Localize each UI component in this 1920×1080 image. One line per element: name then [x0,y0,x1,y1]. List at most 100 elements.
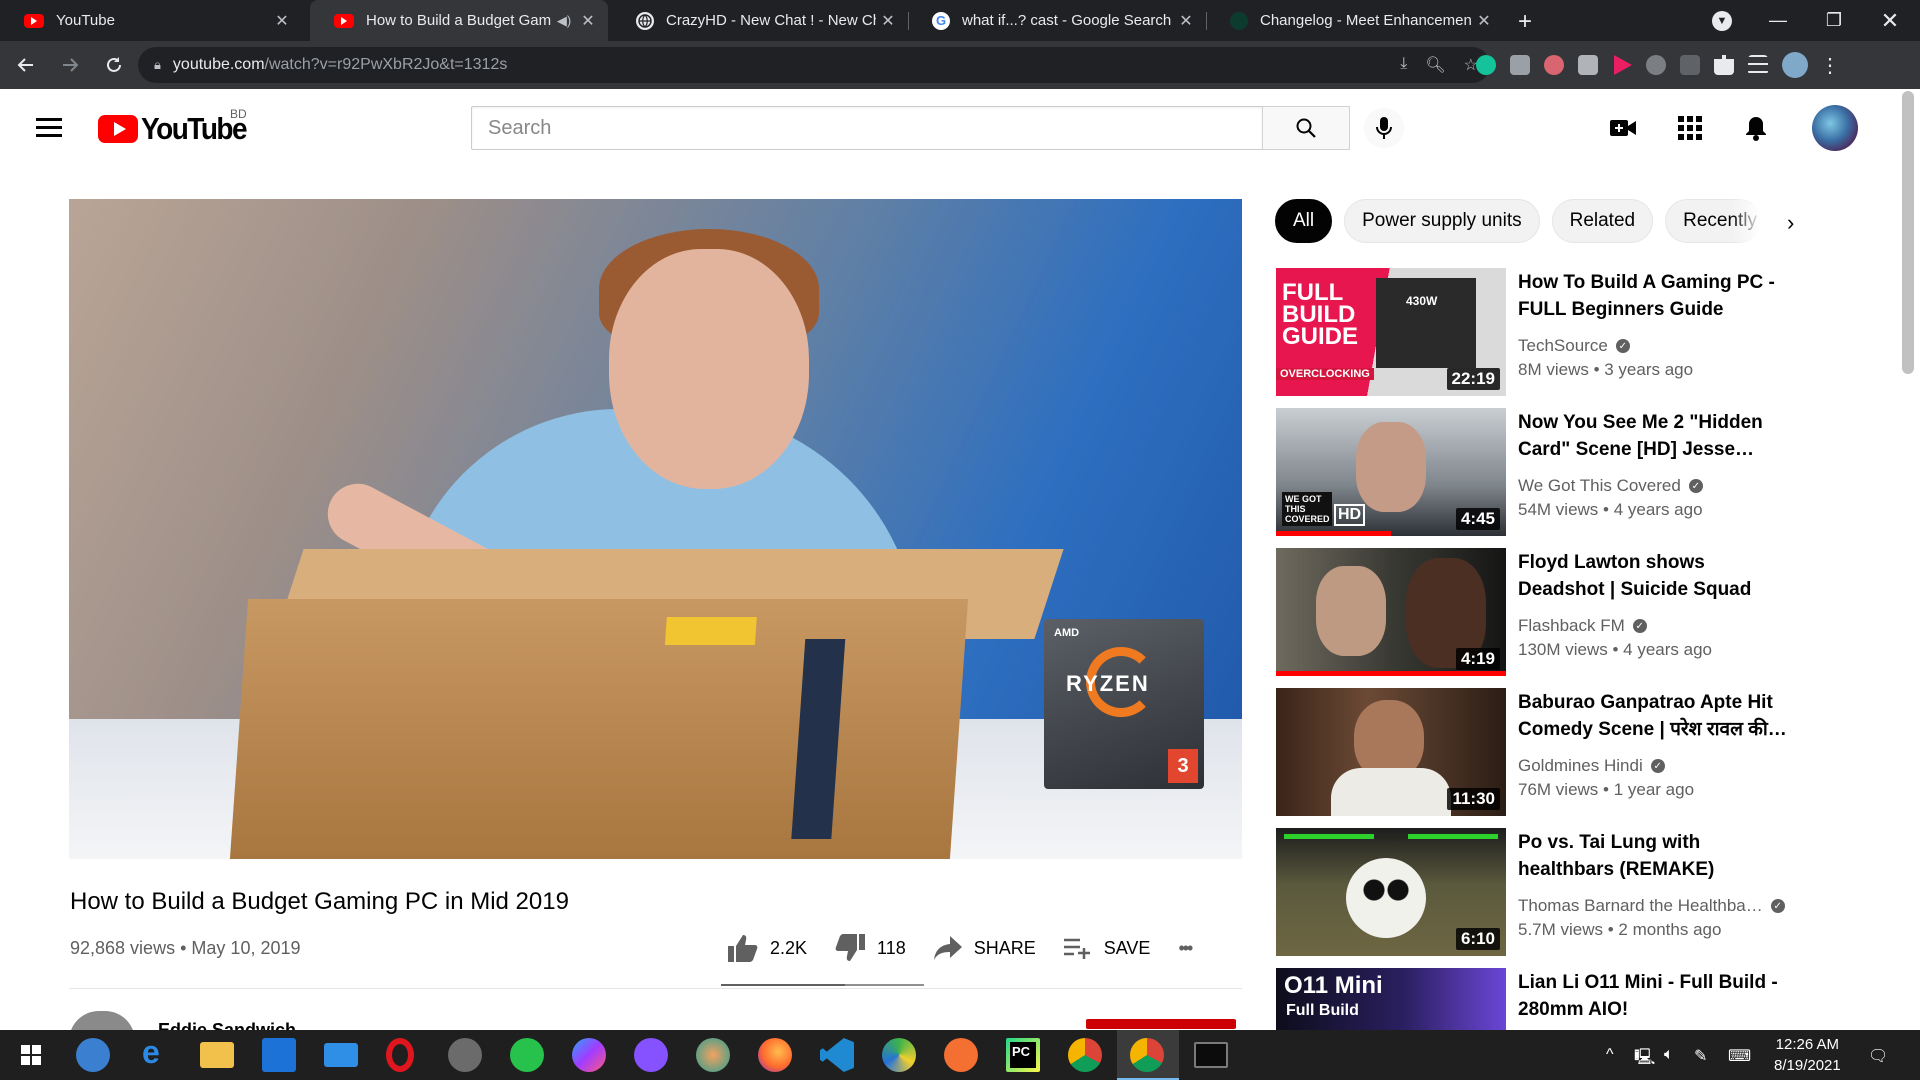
menu-kebab-icon[interactable]: ⋮ [1820,53,1840,78]
store-icon[interactable] [262,1038,296,1072]
firefox-icon[interactable] [758,1038,792,1072]
voice-search-button[interactable] [1364,108,1404,148]
video-player[interactable]: AMD RYZEN 3 [69,199,1242,859]
camera-icon[interactable] [1510,55,1530,75]
related-title[interactable]: How To Build A Gaming PC - FULL Beginner… [1518,269,1788,323]
new-tab-button[interactable]: + [1518,8,1532,36]
related-channel[interactable]: Thomas Barnard the Healthba… ✓ [1518,896,1785,916]
video-thumbnail[interactable]: WE GOT THIS COVERED HD 4:45 [1276,408,1506,536]
video-thumbnail[interactable]: 6:10 [1276,828,1506,956]
related-title[interactable]: Baburao Ganpatrao Apte Hit Comedy Scene … [1518,689,1788,743]
dislike-button[interactable]: 118 [835,934,906,962]
reading-list-icon[interactable] [1748,55,1768,75]
related-channel[interactable]: We Got This Covered ✓ [1518,476,1703,496]
channel-name[interactable]: Eddie Sandwich [158,1020,296,1030]
video-thumbnail[interactable]: 11:30 [1276,688,1506,816]
system-clock[interactable]: 12:26 AM 8/19/2021 [1774,1034,1841,1076]
close-tab-icon[interactable]: ✕ [876,11,900,31]
chips-next-icon[interactable]: › [1787,210,1794,236]
related-video[interactable]: 4:19 Floyd Lawton shows Deadshot | Suici… [1276,548,1786,676]
opera-icon[interactable] [386,1038,414,1072]
notification-center-icon[interactable]: 🗨︎ [1868,1046,1888,1066]
back-button[interactable] [8,47,44,83]
volume-icon[interactable]: 🔈︎ [1664,1046,1674,1064]
tab-crazyhd[interactable]: CrazyHD - New Chat ! - New Chat ✕ [612,0,908,41]
download-icon[interactable] [1646,55,1666,75]
related-title[interactable]: Po vs. Tai Lung with healthbars (REMAKE) [1518,829,1788,883]
close-tab-icon[interactable]: ✕ [1174,11,1198,31]
profile-avatar-icon[interactable] [1782,52,1808,78]
related-channel[interactable]: Flashback FM ✓ [1518,616,1647,636]
file-explorer-icon[interactable] [200,1042,234,1068]
edge-icon[interactable]: e [138,1034,172,1072]
share-button[interactable]: SHARE [933,936,1036,960]
play-icon[interactable] [1614,55,1632,75]
chrome-icon[interactable] [1068,1038,1102,1072]
chrome-icon[interactable] [1130,1038,1164,1072]
install-icon[interactable]: ⤓ [1400,55,1407,75]
app-icon[interactable] [944,1038,978,1072]
vscode-icon[interactable] [820,1038,854,1072]
related-channel[interactable]: Goldmines Hindi ✓ [1518,756,1665,776]
video-thumbnail[interactable]: FULL BUILD GUIDE 430W OVERCLOCKING 22:19 [1276,268,1506,396]
hamburger-menu-icon[interactable] [36,118,62,142]
start-icon[interactable] [14,1038,48,1072]
related-video[interactable]: WE GOT THIS COVERED HD 4:45 Now You See … [1276,408,1786,536]
inkscape-icon[interactable] [448,1038,482,1072]
qbittorrent-icon[interactable] [76,1038,110,1072]
whatsapp-icon[interactable] [510,1038,544,1072]
like-button[interactable]: 2.2K [728,934,807,962]
related-video[interactable]: O11 Mini Full Build Lian Li O11 Mini - F… [1276,968,1786,1030]
account-avatar[interactable] [1812,105,1858,151]
save-button[interactable]: SAVE [1063,937,1150,959]
lock-icon[interactable]: 🔒︎ [154,57,161,73]
tab-budget-gaming-pc[interactable]: How to Build a Budget Gaming PC in Mid 2… [310,0,608,41]
forward-button[interactable] [52,47,88,83]
keyboard-icon[interactable]: ⌨ [1728,1046,1751,1066]
page-scrollbar[interactable] [1902,91,1914,374]
chevron-up-icon[interactable]: ^ [1606,1046,1614,1064]
reload-button[interactable] [96,47,132,83]
grammarly-icon[interactable] [1476,55,1496,75]
close-tab-icon[interactable]: ✕ [1472,11,1496,31]
tab-google-search[interactable]: G what if...? cast - Google Search ✕ [908,0,1206,41]
tab-youtube[interactable]: YouTube ✕ [0,0,302,41]
messenger-icon[interactable] [572,1038,606,1072]
chip-all[interactable]: All [1275,199,1333,243]
search-input[interactable]: Search [471,106,1263,150]
close-tab-icon[interactable]: ✕ [576,11,600,31]
apps-button[interactable] [1677,115,1703,141]
github-desktop-icon[interactable] [634,1038,668,1072]
pen-icon[interactable]: ✎ [1694,1046,1707,1066]
related-title[interactable]: Lian Li O11 Mini - Full Build - 280mm AI… [1518,969,1786,1023]
notifications-button[interactable] [1743,115,1769,141]
pycharm-icon[interactable]: PC [1006,1038,1040,1072]
search-button[interactable] [1262,106,1350,150]
puzzle-icon[interactable] [1714,55,1734,75]
network-icon[interactable]: 🖳︎ [1634,1046,1655,1073]
close-window-button[interactable]: ✕ [1862,0,1918,41]
app-icon[interactable] [882,1038,916,1072]
chip-power-supply-units[interactable]: Power supply units [1344,199,1540,243]
restore-button[interactable]: ❐ [1806,0,1862,41]
related-video[interactable]: FULL BUILD GUIDE 430W OVERCLOCKING 22:19… [1276,268,1786,396]
mail-icon[interactable] [324,1043,358,1067]
extension-icon[interactable] [1578,55,1598,75]
chip-recently-uploaded[interactable]: Recently uploaded [1665,199,1762,243]
more-actions-button[interactable]: ••• [1178,938,1193,959]
related-video[interactable]: 6:10 Po vs. Tai Lung with healthbars (RE… [1276,828,1786,956]
related-channel[interactable]: TechSource ✓ [1518,336,1630,356]
related-title[interactable]: Now You See Me 2 "Hidden Card" Scene [HD… [1518,409,1788,463]
close-tab-icon[interactable]: ✕ [270,11,294,31]
zoom-icon[interactable]: 🔍︎ [1425,55,1445,75]
extension-icon[interactable] [1544,55,1564,75]
related-title[interactable]: Floyd Lawton shows Deadshot | Suicide Sq… [1518,549,1788,603]
paint-icon[interactable] [696,1038,730,1072]
speaker-icon[interactable]: ◀) [552,13,576,29]
minimize-button[interactable]: — [1750,0,1806,41]
video-thumbnail[interactable]: 4:19 [1276,548,1506,676]
tab-search-button[interactable]: ▼ [1694,0,1750,41]
create-video-button[interactable] [1610,115,1636,141]
youtube-logo[interactable]: YouTube [98,111,248,146]
subscribe-button[interactable] [1086,1019,1236,1029]
